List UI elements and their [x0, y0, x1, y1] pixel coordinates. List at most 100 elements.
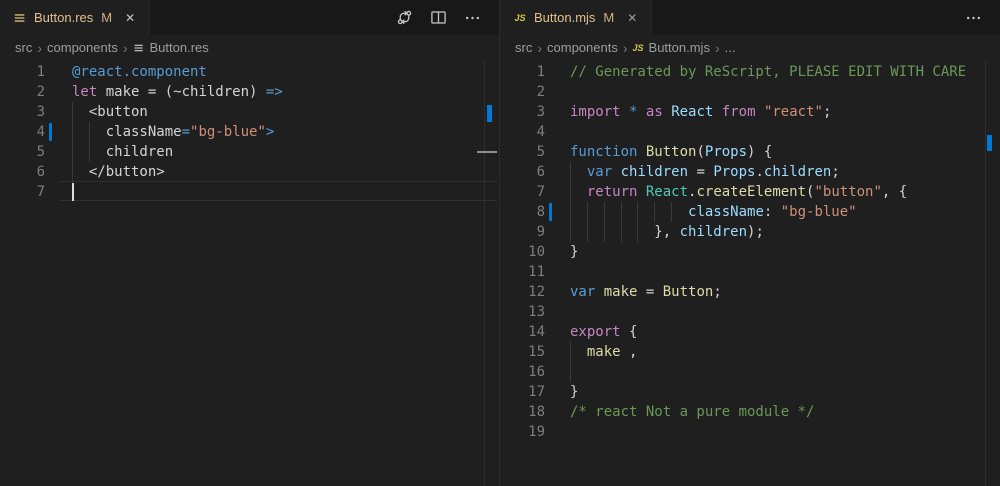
line-number[interactable]: 19	[500, 422, 545, 442]
code-token	[570, 204, 688, 220]
line-number[interactable]: 4	[500, 122, 545, 142]
line-number[interactable]: 8	[500, 202, 545, 222]
code-token: (	[696, 144, 704, 160]
overview-ruler[interactable]	[484, 60, 499, 486]
code-line[interactable]: children	[72, 142, 173, 162]
more-actions-icon[interactable]	[964, 9, 982, 27]
code-token: from	[722, 104, 756, 120]
code-line[interactable]: export {	[570, 322, 637, 342]
code-line[interactable]: let make = (~children) =>	[72, 82, 283, 102]
vscode-window: Button.res M ✕	[0, 0, 1000, 486]
code-token: =	[688, 164, 713, 180]
code-line[interactable]: </button>	[72, 162, 165, 182]
line-number[interactable]: 2	[0, 82, 45, 102]
list-icon	[133, 42, 145, 54]
code-token: , {	[882, 184, 907, 200]
code-editor-right[interactable]: 1 // Generated by ReScript, PLEASE EDIT W…	[500, 60, 1000, 486]
code-token: // Generated by ReScript, PLEASE EDIT WI…	[570, 64, 966, 80]
open-changes-icon[interactable]	[395, 9, 413, 27]
tab-button-res[interactable]: Button.res M ✕	[0, 0, 150, 35]
code-editor-left[interactable]: 1 @react.component 2 let make = (~children)…	[0, 60, 499, 486]
code-token	[637, 144, 645, 160]
line-number[interactable]: 12	[500, 282, 545, 302]
git-modified-gutter-indicator[interactable]	[549, 203, 552, 221]
line-number[interactable]: 13	[500, 302, 545, 322]
line-number[interactable]: 14	[500, 322, 545, 342]
code-token	[621, 104, 629, 120]
code-line[interactable]: }	[570, 382, 578, 402]
code-line[interactable]: // Generated by ReScript, PLEASE EDIT WI…	[570, 62, 966, 82]
overview-ruler[interactable]	[985, 60, 1000, 486]
line-number[interactable]: 4	[0, 122, 45, 142]
js-icon: JS	[633, 43, 644, 53]
breadcrumb-item-file[interactable]: JS Button.mjs	[633, 40, 710, 55]
code-line[interactable]: var make = Button;	[570, 282, 722, 302]
chevron-right-icon: ›	[623, 41, 628, 55]
breadcrumb-item-file[interactable]: Button.res	[133, 40, 209, 55]
breadcrumb: src › components › Button.res	[0, 35, 499, 60]
line-number[interactable]: 1	[500, 62, 545, 82]
code-line[interactable]: var children = Props.children;	[570, 162, 840, 182]
line-number[interactable]: 3	[500, 102, 545, 122]
line-number[interactable]: 11	[500, 262, 545, 282]
code-line[interactable]: /* react Not a pure module */	[570, 402, 814, 422]
code-token: let	[72, 84, 97, 100]
code-token: }	[570, 384, 578, 400]
close-icon[interactable]: ✕	[121, 9, 139, 27]
line-number[interactable]: 7	[0, 182, 45, 202]
code-token: =	[182, 124, 190, 140]
breadcrumb-item-symbol[interactable]: ...	[725, 40, 736, 55]
line-number[interactable]: 5	[500, 142, 545, 162]
line-number[interactable]: 18	[500, 402, 545, 422]
line-number[interactable]: 3	[0, 102, 45, 122]
line-number[interactable]: 1	[0, 62, 45, 82]
code-token: </button>	[72, 164, 165, 180]
line-number[interactable]: 6	[500, 162, 545, 182]
breadcrumb-item-components[interactable]: components	[47, 40, 118, 55]
line-number[interactable]: 6	[0, 162, 45, 182]
line-number[interactable]: 7	[500, 182, 545, 202]
git-modified-gutter-indicator[interactable]	[49, 123, 52, 141]
code-line[interactable]: <button	[72, 102, 148, 122]
tab-bar-left: Button.res M ✕	[0, 0, 499, 35]
code-token: ) {	[747, 144, 772, 160]
close-icon[interactable]: ✕	[623, 9, 641, 27]
code-line[interactable]: function Button(Props) {	[570, 142, 772, 162]
line-number[interactable]: 15	[500, 342, 545, 362]
code-token: "bg-blue"	[781, 204, 857, 220]
more-actions-icon[interactable]	[463, 9, 481, 27]
code-line[interactable]: return React.createElement("button", {	[570, 182, 907, 202]
code-line[interactable]: import * as React from "react";	[570, 102, 831, 122]
code-token: createElement	[696, 184, 806, 200]
code-token: Props	[705, 144, 747, 160]
split-editor-icon[interactable]	[429, 9, 447, 27]
chevron-right-icon: ›	[37, 41, 42, 55]
code-line[interactable]: className: "bg-blue"	[570, 202, 857, 222]
line-number[interactable]: 5	[0, 142, 45, 162]
code-line[interactable]: make ,	[570, 342, 637, 362]
breadcrumb-item-src[interactable]: src	[15, 40, 32, 55]
code-line[interactable]: className="bg-blue">	[72, 122, 274, 142]
breadcrumb-item-components[interactable]: components	[547, 40, 618, 55]
code-token: className	[688, 204, 764, 220]
code-line[interactable]: }	[570, 242, 578, 262]
code-line[interactable]: @react.component	[72, 62, 207, 82]
code-token: var	[570, 284, 595, 300]
line-number[interactable]: 9	[500, 222, 545, 242]
code-line[interactable]: }, children);	[570, 222, 764, 242]
tab-button-mjs[interactable]: JS Button.mjs M ✕	[500, 0, 652, 35]
code-token	[637, 184, 645, 200]
code-token: make = (~children)	[97, 84, 266, 100]
code-token: React	[646, 184, 688, 200]
js-icon: JS	[512, 10, 528, 26]
code-token: make	[587, 344, 621, 360]
code-token: Props	[713, 164, 755, 180]
line-number[interactable]: 10	[500, 242, 545, 262]
line-number[interactable]: 2	[500, 82, 545, 102]
line-number[interactable]: 17	[500, 382, 545, 402]
editor-group-right: JS Button.mjs M ✕ src › components › JS	[500, 0, 1000, 486]
modified-badge: M	[603, 10, 614, 25]
code-token: React	[671, 104, 713, 120]
breadcrumb-item-src[interactable]: src	[515, 40, 532, 55]
line-number[interactable]: 16	[500, 362, 545, 382]
